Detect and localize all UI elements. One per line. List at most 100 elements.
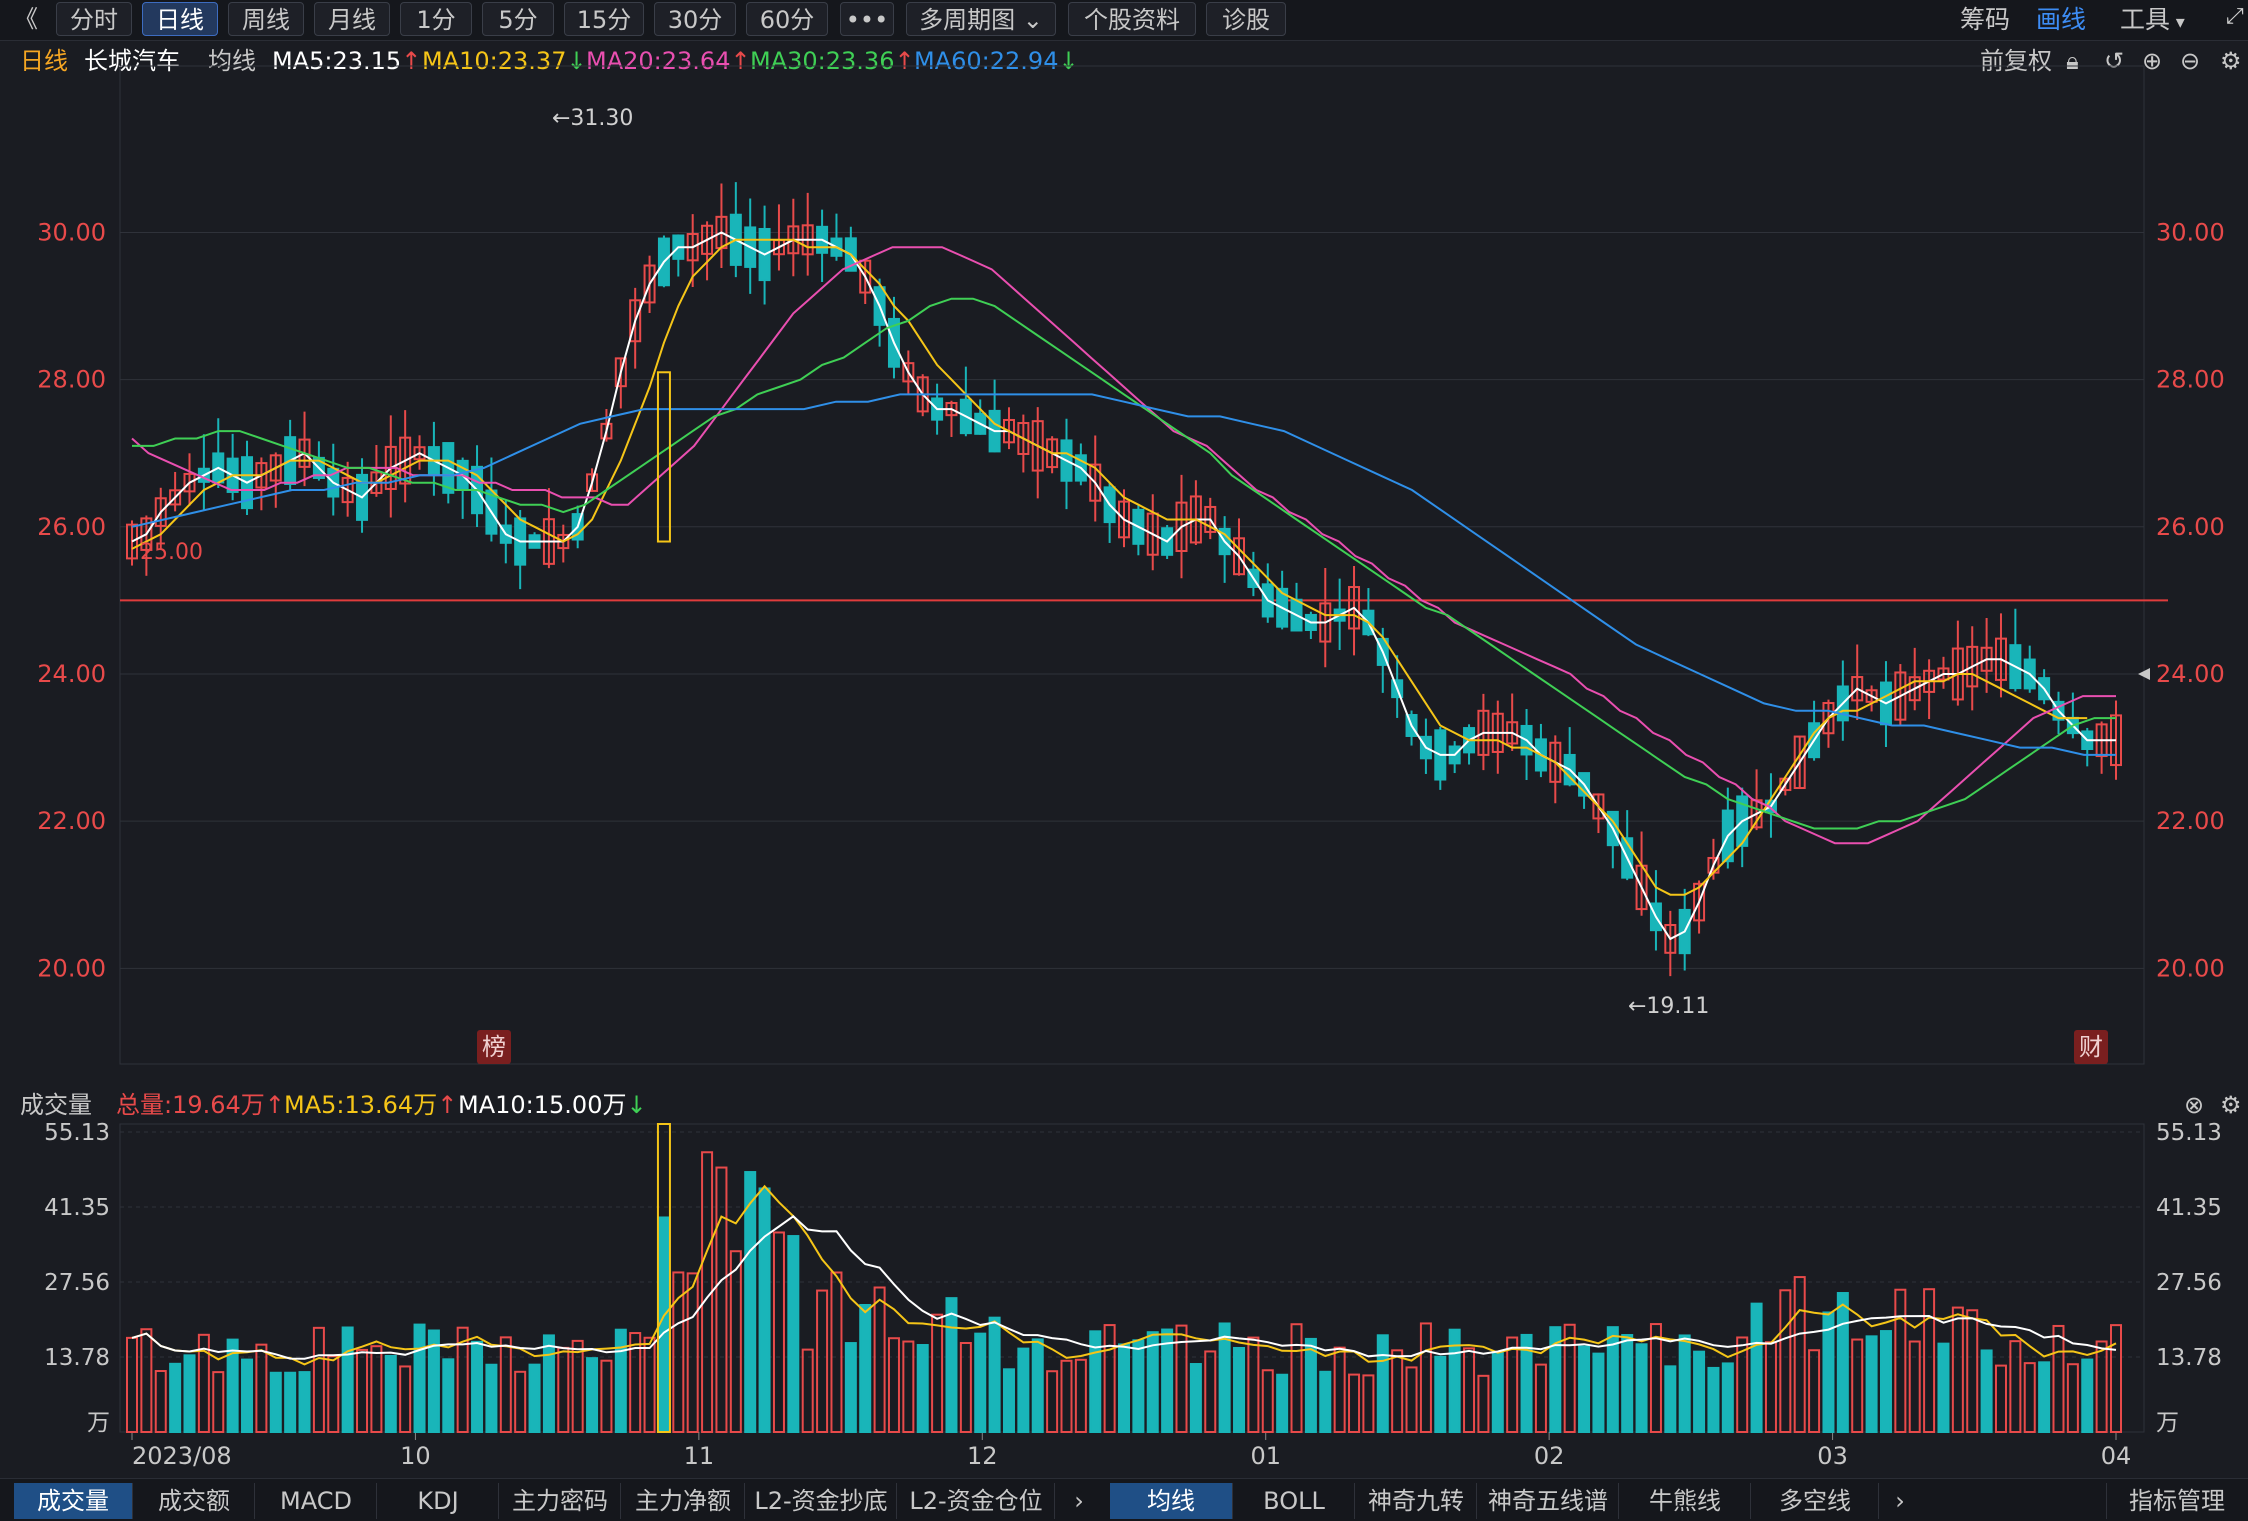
volume-bar xyxy=(1621,1334,1634,1433)
volume-bar xyxy=(370,1345,383,1434)
volume-bar xyxy=(887,1337,900,1434)
tab-boll[interactable]: BOLL xyxy=(1234,1483,1355,1519)
volume-tick-label-left: 27.56 xyxy=(44,1270,110,1296)
volume-bar xyxy=(1304,1337,1317,1433)
volume-bar xyxy=(1908,1340,1921,1433)
volume-total-text: 总量:19.64万 xyxy=(116,1091,265,1119)
volume-tick-label-right: 27.56 xyxy=(2156,1270,2222,1296)
volume-bar xyxy=(758,1187,771,1433)
volume-bar xyxy=(126,1336,138,1433)
ma-line-ma10 xyxy=(131,238,2088,896)
tab-turnover[interactable]: 成交额 xyxy=(134,1483,255,1519)
volume-bar xyxy=(1707,1366,1720,1434)
gear-icon[interactable]: ⚙ xyxy=(2220,1088,2242,1122)
volume-bar xyxy=(1348,1373,1361,1433)
volume-bar xyxy=(1031,1338,1044,1433)
volume-bar xyxy=(1951,1306,1964,1434)
volume-bar xyxy=(1074,1358,1087,1434)
volume-bar xyxy=(1391,1349,1404,1433)
tab-l2-position[interactable]: L2-资金仓位 xyxy=(898,1483,1055,1519)
chevron-right-icon[interactable]: › xyxy=(1056,1483,1102,1519)
volume-bar xyxy=(1362,1374,1375,1433)
volume-bar xyxy=(844,1342,857,1434)
tab-main-net[interactable]: 主力净额 xyxy=(622,1483,745,1519)
volume-bar xyxy=(974,1332,987,1434)
reference-line-label: 25.00 xyxy=(140,540,203,565)
volume-bar xyxy=(542,1334,555,1434)
volume-bar xyxy=(2038,1361,2051,1433)
volume-bar xyxy=(2066,1363,2079,1434)
volume-bar xyxy=(1161,1328,1174,1433)
x-tick-label: 02 xyxy=(1534,1442,1565,1470)
volume-bar xyxy=(2052,1324,2065,1434)
volume-bar xyxy=(931,1313,944,1434)
tab-kdj[interactable]: KDJ xyxy=(378,1483,499,1519)
volume-bar xyxy=(327,1355,340,1433)
volume-header: 成交量 总量:19.64万↑ MA5:13.64万↑ MA10:15.00万↓ … xyxy=(0,1088,2248,1122)
price-tick-label-left: 30.00 xyxy=(37,218,106,246)
kline-chart[interactable]: 30.00 30.00 28.00 28.00 26.00 26.00 24.00 24.00… xyxy=(0,0,2248,1478)
price-tick-label-left: 26.00 xyxy=(37,513,106,541)
volume-bar xyxy=(442,1358,455,1433)
tab-l2-bottom[interactable]: L2-资金抄底 xyxy=(746,1483,897,1519)
volume-bar xyxy=(1046,1370,1059,1433)
volume-bar xyxy=(341,1326,354,1434)
volume-bar xyxy=(1233,1346,1246,1433)
indicator-manage-button[interactable]: 指标管理 xyxy=(2106,1483,2247,1519)
volume-bar xyxy=(1118,1343,1130,1433)
volume-bar xyxy=(959,1342,972,1433)
volume-bar xyxy=(1664,1365,1677,1433)
highlight-candle-box xyxy=(656,371,671,543)
volume-bar xyxy=(1477,1374,1490,1433)
volume-tick-label-left: 55.13 xyxy=(44,1120,110,1146)
tab-long-short[interactable]: 多空线 xyxy=(1752,1483,1879,1519)
rank-badge[interactable]: 榜 xyxy=(477,1030,511,1064)
volume-bar xyxy=(657,1216,670,1433)
volume-bar xyxy=(1764,1341,1777,1434)
price-tick-label-left: 22.00 xyxy=(37,807,106,835)
volume-bar xyxy=(269,1371,282,1433)
volume-bar xyxy=(1879,1330,1892,1434)
chevron-right-icon[interactable]: › xyxy=(1880,1483,1920,1519)
volume-bar xyxy=(1506,1336,1519,1434)
volume-bar xyxy=(2009,1340,2022,1434)
volume-bar xyxy=(1491,1351,1504,1434)
volume-bar xyxy=(1750,1302,1763,1433)
volume-bar xyxy=(1994,1364,2007,1434)
tab-macd[interactable]: MACD xyxy=(256,1483,377,1519)
tab-main-code[interactable]: 主力密码 xyxy=(500,1483,621,1519)
finance-badge[interactable]: 财 xyxy=(2074,1030,2108,1064)
volume-bar xyxy=(169,1362,182,1433)
volume-bar xyxy=(1649,1323,1662,1434)
price-tick-label-right: 20.00 xyxy=(2156,954,2225,982)
volume-bar xyxy=(744,1171,757,1433)
volume-bar xyxy=(1189,1363,1202,1433)
volume-bar xyxy=(255,1343,268,1433)
volume-bar xyxy=(1002,1368,1015,1433)
volume-bar xyxy=(1333,1346,1346,1433)
tab-magic-nine[interactable]: 神奇九转 xyxy=(1356,1483,1477,1519)
volume-bar xyxy=(1678,1334,1691,1433)
volume-bar xyxy=(1721,1362,1734,1434)
arrow-up-icon: ↑ xyxy=(437,1091,458,1119)
volume-unit-left: 万 xyxy=(87,1410,110,1436)
volume-unit-right: 万 xyxy=(2156,1410,2179,1436)
volume-bar xyxy=(154,1370,167,1433)
tab-bull-bear[interactable]: 牛熊线 xyxy=(1620,1483,1751,1519)
x-tick-label: 11 xyxy=(684,1442,715,1470)
tab-ma[interactable]: 均线 xyxy=(1110,1483,1233,1519)
volume-bar xyxy=(787,1235,800,1433)
volume-bar xyxy=(528,1363,541,1434)
close-icon[interactable]: ⊗ xyxy=(2184,1088,2204,1122)
tab-volume[interactable]: 成交量 xyxy=(14,1483,133,1519)
price-tick-label-left: 24.00 xyxy=(37,660,106,688)
volume-total: 总量:19.64万↑ xyxy=(116,1088,285,1122)
volume-bar xyxy=(1463,1347,1476,1434)
volume-bar xyxy=(1779,1289,1792,1433)
x-tick-label: 12 xyxy=(967,1442,998,1470)
volume-bar xyxy=(1276,1373,1289,1433)
volume-title[interactable]: 成交量 xyxy=(20,1088,92,1122)
tab-magic-five[interactable]: 神奇五线谱 xyxy=(1478,1483,1619,1519)
volume-bar xyxy=(471,1340,484,1433)
high-price-label: ←31.30 xyxy=(552,106,634,131)
